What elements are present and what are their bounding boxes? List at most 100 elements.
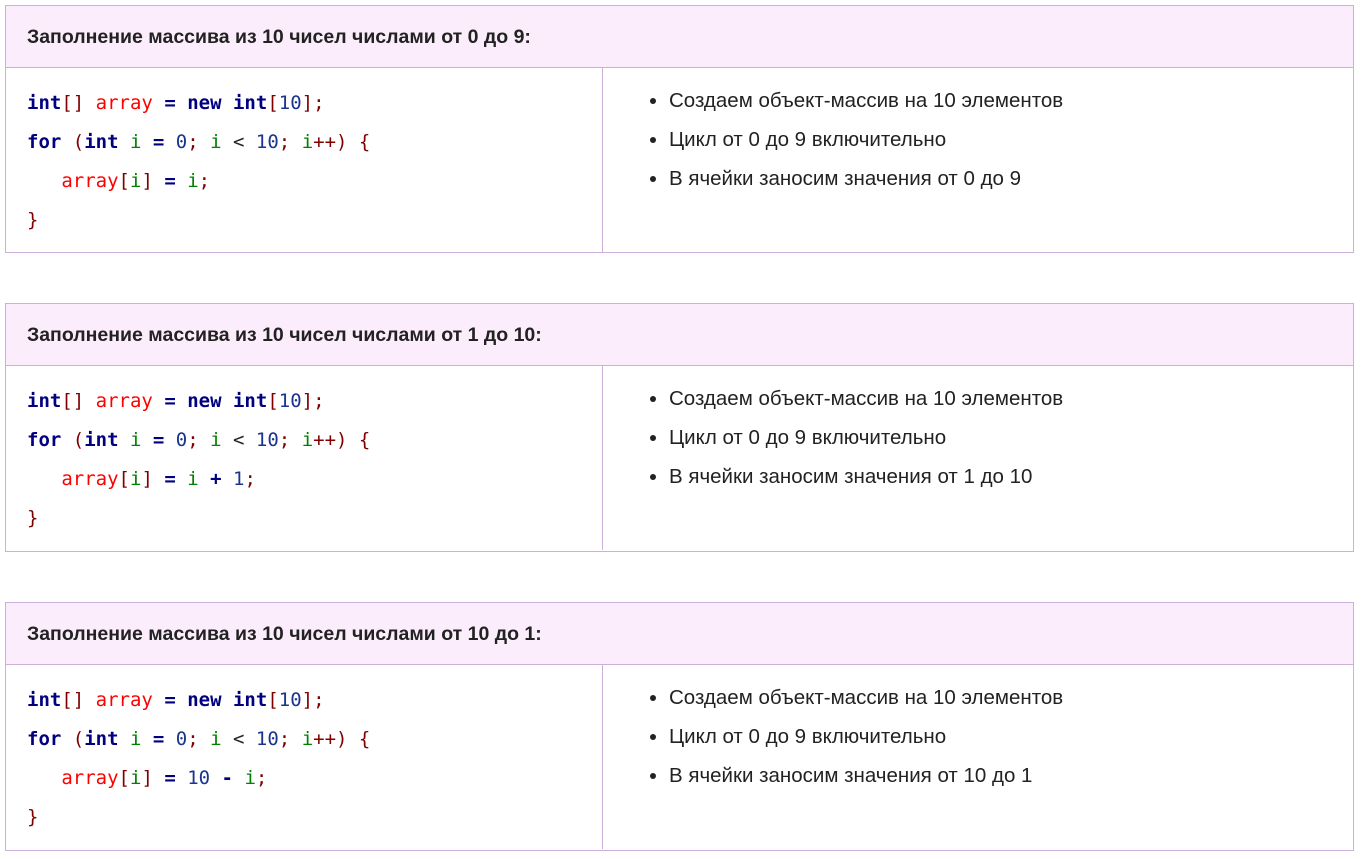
- code-line: for (int i = 0; i < 10; i++) {: [27, 124, 602, 163]
- code-token: ];: [301, 92, 325, 114]
- explanation-list: Создаем объект-массив на 10 элементовЦик…: [603, 81, 1353, 198]
- code-line: }: [27, 799, 602, 838]
- code-token: [: [118, 767, 130, 789]
- code-token: 10: [255, 429, 279, 451]
- code-token: ];: [301, 689, 325, 711]
- code-token: for: [27, 429, 62, 451]
- code-token: i: [187, 170, 199, 192]
- code-line: array[i] = 10 - i;: [27, 760, 602, 799]
- code-token: int: [84, 728, 119, 750]
- code-token: =: [141, 728, 176, 750]
- code-token: i: [301, 131, 314, 153]
- code-line: int[] array = new int[10];: [27, 383, 602, 422]
- code-block: int[] array = new int[10]; for (int i = 0…: [6, 366, 603, 550]
- code-token: i: [129, 468, 142, 490]
- code-token: =: [141, 131, 176, 153]
- code-token: []: [61, 92, 85, 114]
- explanation: Создаем объект-массив на 10 элементовЦик…: [603, 665, 1353, 849]
- code-token: int: [232, 689, 268, 711]
- code-token: array: [61, 170, 119, 192]
- explanation-item: Цикл от 0 до 9 включительно: [669, 120, 1353, 159]
- explanation-item: Создаем объект-массив на 10 элементов: [669, 379, 1353, 418]
- code-token: ;: [187, 728, 211, 750]
- code-token: new: [187, 390, 222, 412]
- code-token: i: [244, 767, 256, 789]
- code-line: for (int i = 0; i < 10; i++) {: [27, 721, 602, 760]
- code-token: ++) {: [313, 728, 371, 750]
- code-token: int: [27, 390, 62, 412]
- explanation: Создаем объект-массив на 10 элементовЦик…: [603, 68, 1353, 252]
- code-token: int: [84, 429, 119, 451]
- code-token: <: [221, 131, 256, 153]
- example-title: Заполнение массива из 10 чисел числами о…: [6, 304, 1353, 366]
- code-token: array: [95, 689, 153, 711]
- code-token: =: [152, 689, 188, 711]
- code-token: i: [187, 468, 199, 490]
- code-line: int[] array = new int[10];: [27, 85, 602, 124]
- code-token: array: [95, 92, 153, 114]
- code-token: array: [95, 390, 153, 412]
- code-token: }: [27, 806, 39, 828]
- explanation-item: В ячейки заносим значения от 0 до 9: [669, 159, 1353, 198]
- code-token: [: [118, 170, 130, 192]
- code-token: (: [61, 728, 85, 750]
- code-token: i: [210, 429, 222, 451]
- code-token: =: [152, 468, 188, 490]
- explanation-item: Цикл от 0 до 9 включительно: [669, 418, 1353, 457]
- code-token: 10: [255, 728, 279, 750]
- code-token: i: [130, 131, 142, 153]
- code-token: 1: [233, 468, 245, 490]
- code-token: 10: [278, 689, 302, 711]
- code-token: ;: [244, 468, 256, 490]
- example-title: Заполнение массива из 10 чисел числами о…: [6, 603, 1353, 665]
- code-token: 10: [255, 131, 279, 153]
- code-token: int: [27, 92, 62, 114]
- example-table: Заполнение массива из 10 чисел числами о…: [5, 5, 1354, 253]
- code-token: ]: [141, 170, 153, 192]
- code-token: ;: [278, 131, 302, 153]
- explanation-item: В ячейки заносим значения от 10 до 1: [669, 756, 1353, 795]
- code-token: =: [152, 170, 188, 192]
- code-token: ;: [278, 429, 302, 451]
- code-token: [: [267, 390, 279, 412]
- explanation-item: Создаем объект-массив на 10 элементов: [669, 678, 1353, 717]
- code-token: ;: [187, 131, 211, 153]
- explanation: Создаем объект-массив на 10 элементовЦик…: [603, 366, 1353, 550]
- code-token: 10: [278, 92, 302, 114]
- code-token: i: [210, 131, 222, 153]
- code-token: <: [221, 728, 256, 750]
- code-token: }: [27, 209, 39, 231]
- code-token: -: [210, 767, 245, 789]
- explanation-list: Создаем объект-массив на 10 элементовЦик…: [603, 678, 1353, 795]
- code-token: i: [130, 429, 142, 451]
- code-block: int[] array = new int[10]; for (int i = 0…: [6, 68, 603, 252]
- code-token: +: [198, 468, 233, 490]
- code-line: int[] array = new int[10];: [27, 682, 602, 721]
- example-table: Заполнение массива из 10 чисел числами о…: [5, 303, 1354, 552]
- code-token: int: [232, 92, 268, 114]
- example-table: Заполнение массива из 10 чисел числами о…: [5, 602, 1354, 851]
- code-token: int: [84, 131, 119, 153]
- code-token: new: [187, 92, 222, 114]
- code-block: int[] array = new int[10]; for (int i = 0…: [6, 665, 603, 849]
- example-title: Заполнение массива из 10 чисел числами о…: [6, 6, 1353, 68]
- code-line: array[i] = i;: [27, 163, 602, 202]
- code-token: int: [27, 689, 62, 711]
- code-line: array[i] = i + 1;: [27, 461, 602, 500]
- code-token: i: [129, 767, 142, 789]
- code-token: i: [130, 728, 142, 750]
- code-token: ;: [187, 429, 211, 451]
- code-token: (: [61, 429, 85, 451]
- code-token: i: [129, 170, 142, 192]
- code-token: 10: [187, 767, 211, 789]
- code-token: ++) {: [313, 131, 371, 153]
- code-token: ;: [198, 170, 211, 192]
- code-token: =: [152, 767, 188, 789]
